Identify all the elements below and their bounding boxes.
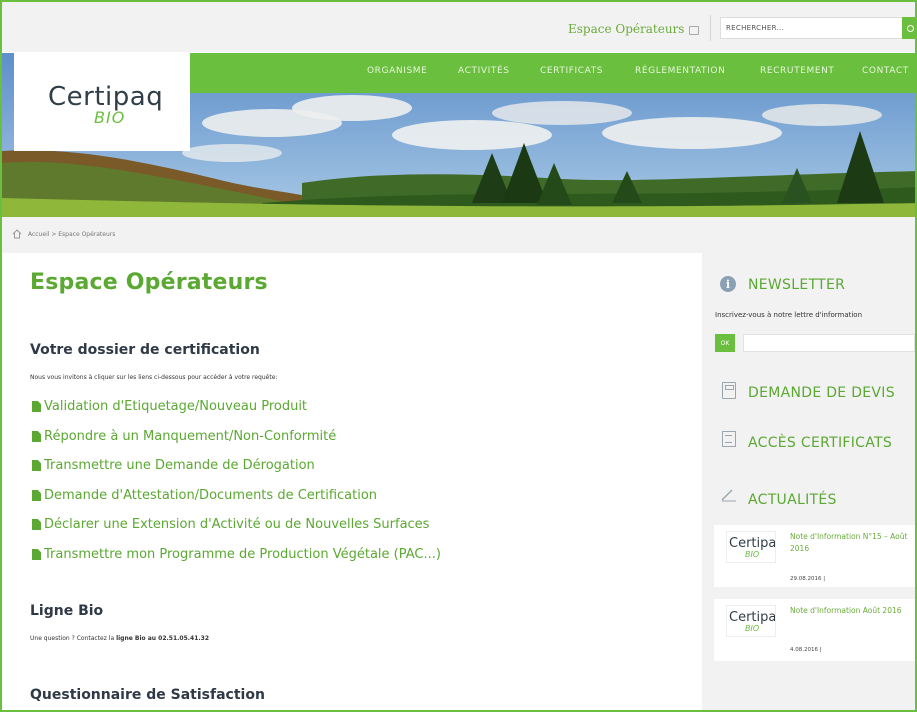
document-icon [32, 460, 41, 471]
demande-devis-link[interactable]: DEMANDE DE DEVIS [748, 385, 895, 401]
search-button[interactable] [902, 17, 915, 39]
link-label: Déclarer une Extension d'Activité ou de … [44, 517, 430, 532]
acces-certificats-link[interactable]: ACCÈS CERTIFICATS [748, 435, 892, 451]
news-date: 29.08.2016 | [790, 576, 826, 582]
document-icon [32, 549, 41, 560]
divider [710, 15, 711, 41]
dossier-intro: Nous vous invitons à cliquer sur les lie… [30, 374, 278, 381]
ligne-bio-prefix: Une question ? Contactez la [30, 635, 117, 642]
document-icon [32, 490, 41, 501]
actualites-title: ACTUALITÉS [748, 492, 837, 508]
newsletter-text: Inscrivez-vous à notre lettre d'informat… [715, 311, 863, 319]
news-date: 4.08.2016 | [790, 647, 822, 653]
search-input[interactable]: RECHERCHER... [720, 17, 904, 39]
ligne-bio-text: Une question ? Contactez la ligne Bio au… [30, 635, 209, 642]
link-attestation[interactable]: Demande d'Attestation/Documents de Certi… [32, 488, 377, 503]
questionnaire-heading[interactable]: Questionnaire de Satisfaction [30, 687, 265, 703]
link-derogation[interactable]: Transmettre une Demande de Dérogation [32, 458, 315, 473]
nav-recrutement[interactable]: RECRUTEMENT [760, 66, 835, 76]
certificate-icon [722, 431, 736, 447]
nav-organisme[interactable]: ORGANISME [367, 66, 427, 76]
news-title-link[interactable]: Note d'Information Août 2016 [790, 605, 914, 617]
top-bar: Espace Opérateurs RECHERCHER... [2, 2, 915, 52]
news-thumbnail[interactable]: Certipaq BIO [726, 605, 776, 637]
nav-certificats[interactable]: CERTIFICATS [540, 66, 603, 76]
link-label: Transmettre une Demande de Dérogation [44, 458, 315, 473]
nav-reglementation[interactable]: RÉGLEMENTATION [635, 66, 725, 76]
newsletter-title: NEWSLETTER [748, 277, 846, 293]
link-label: Demande d'Attestation/Documents de Certi… [44, 488, 378, 503]
document-icon [32, 519, 41, 530]
thumbnail-logo-sub: BIO [745, 550, 760, 559]
link-label: Validation d'Etiquetage/Nouveau Produit [44, 399, 308, 414]
thumbnail-logo-name: Certipaq [729, 536, 775, 551]
link-manquement[interactable]: Répondre à un Manquement/Non-Conformité [32, 429, 336, 444]
nav-activites[interactable]: ACTIVITÉS [458, 66, 510, 76]
search-icon [907, 24, 914, 32]
newsletter-email-input[interactable] [743, 334, 915, 352]
newsletter-ok-button[interactable]: OK [715, 334, 735, 352]
link-programme-pac[interactable]: Transmettre mon Programme de Production … [32, 547, 441, 562]
pencil-icon [721, 489, 736, 502]
espace-operateurs-link[interactable]: Espace Opérateurs [568, 22, 700, 36]
thumbnail-logo-sub: BIO [745, 624, 760, 633]
news-thumbnail[interactable]: Certipaq BIO [726, 531, 776, 563]
dossier-heading: Votre dossier de certification [30, 342, 260, 358]
link-label: Transmettre mon Programme de Production … [44, 547, 441, 562]
main-nav: ORGANISME ACTIVITÉS CERTIFICATS RÉGLEMEN… [190, 53, 915, 93]
thumbnail-logo-name: Certipaq [729, 610, 775, 625]
site-logo[interactable]: Certipaq BIO [14, 53, 190, 151]
document-icon [32, 401, 41, 412]
nav-contact[interactable]: CONTACT [862, 66, 909, 76]
calculator-icon [722, 382, 736, 399]
lock-icon [689, 25, 700, 35]
link-label: Répondre à un Manquement/Non-Conformité [44, 429, 337, 444]
news-title-link[interactable]: Note d'Information N°15 – Août 2016 [790, 531, 914, 555]
document-icon [32, 431, 41, 442]
news-item: Certipaq BIO Note d'Information Août 201… [714, 599, 915, 661]
ligne-bio-heading: Ligne Bio [30, 603, 104, 619]
browser-frame: Espace Opérateurs RECHERCHER... ORGANISM… [0, 0, 917, 712]
link-validation-etiquetage[interactable]: Validation d'Etiquetage/Nouveau Produit [32, 399, 307, 414]
home-icon[interactable] [12, 229, 22, 239]
espace-operateurs-label: Espace Opérateurs [568, 22, 685, 36]
breadcrumb-text[interactable]: Accueil > Espace Opérateurs [28, 231, 115, 238]
breadcrumb: Accueil > Espace Opérateurs [2, 217, 915, 253]
page-title: Espace Opérateurs [30, 270, 268, 295]
info-icon: i [720, 276, 736, 292]
logo-sub: BIO [94, 108, 126, 127]
news-item: Certipaq BIO Note d'Information N°15 – A… [714, 525, 915, 587]
ligne-bio-phone: ligne Bio au 02.51.05.41.32 [116, 635, 210, 642]
link-extension-activite[interactable]: Déclarer une Extension d'Activité ou de … [32, 517, 429, 532]
